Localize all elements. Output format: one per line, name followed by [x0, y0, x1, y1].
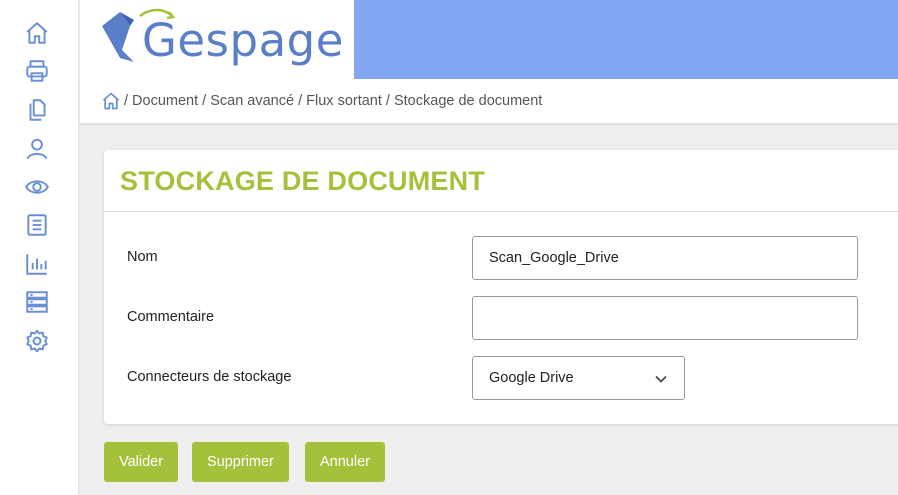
commentaire-input[interactable] [472, 296, 858, 340]
server-icon[interactable] [24, 289, 50, 315]
breadcrumb-path[interactable]: / Document / Scan avancé / Flux sortant … [124, 93, 542, 109]
chevron-down-icon [655, 375, 667, 383]
card-header: STOCKAGE DE DOCUMENT [104, 150, 898, 212]
book-icon[interactable] [24, 212, 50, 238]
user-icon[interactable] [24, 136, 50, 162]
documents-icon[interactable] [24, 97, 50, 123]
nom-label: Nom [127, 249, 158, 265]
form-card: STOCKAGE DE DOCUMENT Nom Commentaire Con… [104, 150, 898, 424]
connecteurs-selected-value: Google Drive [489, 370, 574, 386]
supprimer-button[interactable]: Supprimer [192, 442, 289, 482]
sidebar [0, 0, 79, 495]
printer-icon[interactable] [24, 58, 50, 84]
nom-input[interactable] [472, 236, 858, 280]
logo-text: Gespage [142, 14, 344, 67]
breadcrumb: / Document / Scan avancé / Flux sortant … [80, 79, 898, 123]
commentaire-label: Commentaire [127, 309, 215, 325]
annuler-button[interactable]: Annuler [305, 442, 385, 482]
breadcrumb-home-icon[interactable] [101, 91, 121, 111]
gear-icon[interactable] [24, 328, 50, 354]
eye-icon[interactable] [24, 174, 50, 200]
home-icon[interactable] [24, 20, 50, 46]
header-band [354, 0, 898, 79]
connecteurs-select[interactable]: Google Drive [472, 356, 685, 400]
chart-icon[interactable] [24, 251, 50, 277]
logo: Gespage [80, 0, 354, 79]
valider-button[interactable]: Valider [104, 442, 179, 482]
page-title: STOCKAGE DE DOCUMENT [120, 166, 486, 196]
connecteurs-label: Connecteurs de stockage [127, 369, 292, 385]
